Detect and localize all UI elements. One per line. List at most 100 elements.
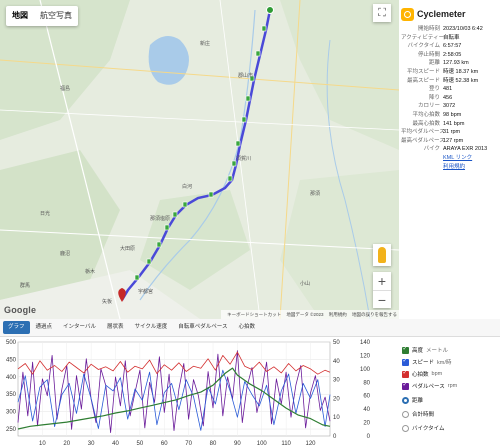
map-place-label: 矢板 (102, 299, 113, 305)
tab-4[interactable]: サイクル速度 (130, 321, 173, 334)
y-right2-tick-label: 140 (360, 340, 371, 346)
terms-link[interactable]: 利用規約 (443, 164, 465, 170)
tab-6[interactable]: 心拍数 (233, 321, 260, 334)
x-tick-label: 100 (257, 441, 268, 447)
legend-item[interactable]: 高度メートル (402, 344, 500, 356)
map-type-map-button[interactable]: 地図 (6, 6, 34, 26)
stat-value: 自転車 (443, 34, 460, 41)
legend-item[interactable]: ペダルペースrpm (402, 380, 500, 392)
map-place-label: 群馬 (20, 283, 31, 289)
y-right1-tick-label: 30 (333, 378, 340, 384)
start-marker (266, 6, 274, 14)
map-terms-link[interactable]: 利用規約 (329, 312, 347, 317)
x-tick-label: 60 (161, 441, 168, 447)
legend-checkbox[interactable] (402, 369, 409, 378)
chart-legend: 高度メートルスピードkm/時心拍数bpmペダルペースrpm距離合計時間バイクタイ… (398, 338, 500, 447)
stat-row: アクティビティー 自転車 (401, 34, 498, 43)
stat-value: 127.93 km (443, 60, 469, 67)
map-place-label: 那須塩原 (150, 216, 171, 222)
stat-label: アクティビティー (401, 34, 445, 41)
x-axis-option[interactable]: 合計時間 (402, 408, 500, 420)
y-right1-tick-label: 0 (333, 434, 337, 440)
stat-label: カロリー (417, 103, 440, 110)
stat-row: 最高心拍数 141 bpm (401, 120, 498, 129)
y-right1-tick-label: 40 (333, 359, 340, 365)
google-logo: Google (4, 305, 37, 315)
x-tick-label: 120 (305, 441, 316, 447)
x-tick-label: 90 (234, 441, 241, 447)
stat-row: 最高スピード 時速 52.38 km (401, 77, 498, 86)
legend-series-unit: rpm (447, 383, 458, 389)
stat-label: 最高スピード (406, 77, 440, 84)
x-tick-label: 50 (137, 441, 144, 447)
zoom-out-button[interactable]: − (373, 290, 391, 308)
map-place-label: 福島 (60, 86, 71, 92)
keyboard-shortcuts-link[interactable]: キーボードショートカット (227, 312, 281, 317)
tab-5[interactable]: 自転車ペダルペース (173, 321, 232, 334)
y-left-tick-label: 450 (6, 357, 17, 363)
x-axis-option[interactable]: 距離 (402, 394, 500, 406)
zoom-in-button[interactable]: + (373, 272, 391, 290)
stat-row: 平均ペダルペース 31 rpm (401, 128, 498, 137)
map-place-label: 郡山市 (238, 73, 254, 79)
stat-row: 距離 127.93 km (401, 59, 498, 68)
stat-label: 平均スピード (406, 68, 440, 75)
app-brand: Cyclemeter (401, 6, 498, 22)
map-type-switch: 地図 航空写真 (6, 6, 78, 26)
chart-tabs: グラフ 通過点 インターバル 層状表 サイクル速度 自転車ペダルペース 心拍数 (0, 319, 500, 337)
stat-value: 2023/10/03 6:42 (443, 26, 483, 32)
legend-checkbox[interactable] (402, 381, 409, 390)
legend-checkbox[interactable] (402, 357, 409, 366)
stat-value: 時速 52.38 km (443, 77, 479, 84)
route-map[interactable]: 郡山市 福島 須賀川 白河 大田原 栃木 日光 宇都宮 那須塩原 那須 群馬 矢… (0, 0, 399, 319)
tab-0[interactable]: グラフ (3, 321, 30, 334)
stat-value: 481 (443, 86, 453, 93)
x-tick-label: 20 (63, 441, 70, 447)
legend-item[interactable]: 心拍数bpm (402, 368, 500, 380)
fullscreen-button[interactable]: ⛶ (373, 4, 391, 22)
y-right2-tick-label: 120 (360, 353, 371, 359)
fullscreen-icon: ⛶ (378, 7, 386, 19)
chart-svg: 2503003504004505000102030405002040608010… (6, 340, 371, 447)
legend-series-unit: bpm (431, 371, 443, 377)
x-axis-radio[interactable] (402, 410, 409, 418)
map-place-label: 新庄 (200, 41, 211, 47)
x-axis-option-label: 合計時間 (412, 412, 435, 418)
map-place-label: 那須 (310, 191, 321, 197)
map-place-label: 栃木 (85, 269, 96, 275)
x-tick-label: 40 (112, 441, 119, 447)
stat-row: 平均心拍数 98 bpm (401, 111, 498, 120)
stat-label: 停止時間 (417, 51, 440, 58)
x-axis-option-label: バイクタイム (412, 426, 445, 432)
tab-1[interactable]: 通過点 (31, 321, 58, 334)
y-left-tick-label: 350 (6, 392, 17, 398)
stat-label: バイクタイム (407, 43, 440, 50)
y-right2-tick-label: 20 (363, 421, 370, 427)
x-axis-option[interactable]: バイクタイム (402, 422, 500, 434)
kml-link-row: KML リンク (401, 154, 498, 163)
report-map-error-link[interactable]: 地図の誤りを報告する (352, 312, 397, 317)
stat-label: 降り (428, 94, 440, 101)
stat-label: 距離 (428, 60, 440, 67)
legend-series-unit: km/時 (437, 360, 452, 366)
kml-link[interactable]: KML リンク (443, 155, 472, 161)
map-terrain (0, 0, 399, 319)
x-axis-radio[interactable] (402, 424, 409, 432)
tab-3[interactable]: 層状表 (102, 321, 129, 334)
stat-row: 平均スピード 時速 18.37 km (401, 68, 498, 77)
stat-row: カロリー 3072 (401, 102, 498, 111)
legend-item[interactable]: スピードkm/時 (402, 356, 500, 368)
street-view-pegman[interactable] (373, 244, 391, 266)
app-name: Cyclemeter (417, 9, 466, 19)
map-place-label: 宇都宮 (138, 289, 154, 295)
stat-label: 最高心拍数 (412, 120, 440, 127)
map-place-label: 白河 (182, 184, 193, 190)
x-axis-radio[interactable] (402, 396, 409, 404)
y-right1-tick-label: 50 (333, 340, 340, 346)
y-right2-tick-label: 100 (360, 367, 371, 373)
x-tick-label: 70 (185, 441, 192, 447)
map-type-satellite-button[interactable]: 航空写真 (34, 6, 78, 26)
tab-2[interactable]: インターバル (58, 321, 101, 334)
legend-series-name: 心拍数 (412, 372, 429, 378)
legend-checkbox[interactable] (402, 345, 409, 354)
